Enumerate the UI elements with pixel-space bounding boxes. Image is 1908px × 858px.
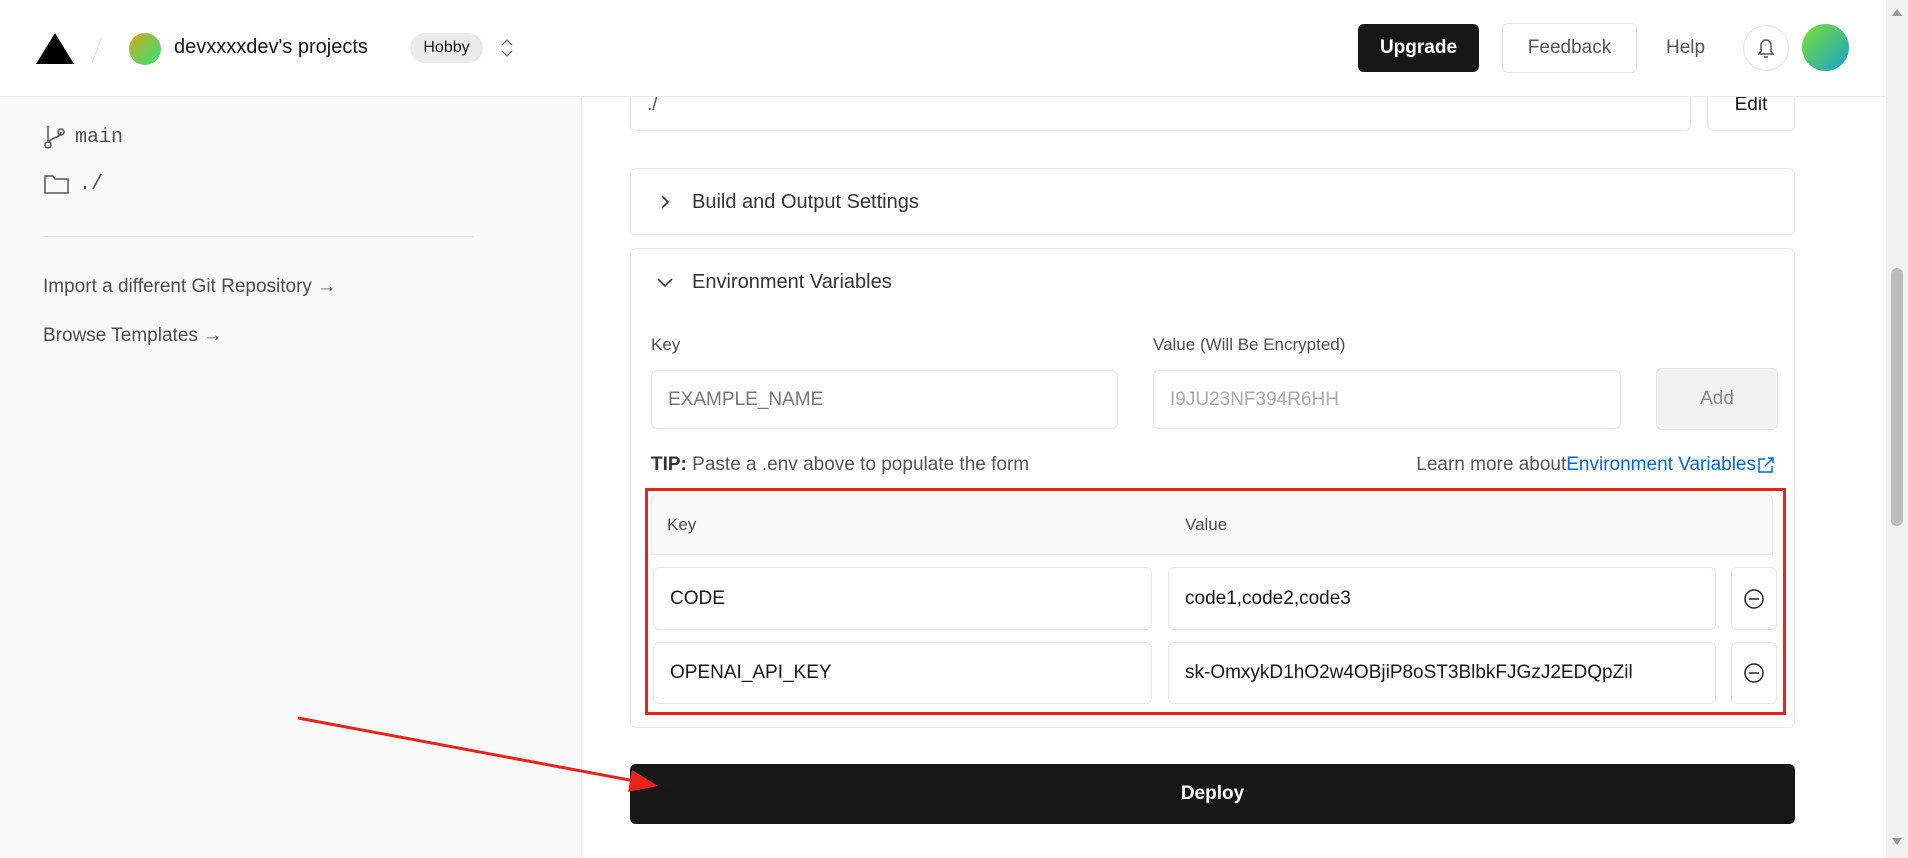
directory-name: ./ <box>79 172 104 196</box>
env-vars-title[interactable]: Environment Variables <box>692 271 892 294</box>
value-label: Value (Will Be Encrypted) <box>1153 335 1346 354</box>
team-name[interactable]: devxxxxdev's projects <box>174 36 368 59</box>
minus-circle-icon <box>1744 588 1764 609</box>
env-value-input[interactable]: code1,code2,code3 <box>1168 567 1716 630</box>
tip-body: Paste a .env above to populate the form <box>686 454 1030 475</box>
external-link-icon <box>1758 457 1774 473</box>
branch-name: main <box>75 125 124 149</box>
learn-more-text: Learn more about <box>1416 454 1567 475</box>
folder-icon <box>44 175 69 194</box>
chevron-up-down-icon[interactable] <box>500 36 514 60</box>
breadcrumb-separator <box>91 38 102 64</box>
plan-badge: Hobby <box>410 33 483 63</box>
scrollbar-thumb[interactable] <box>1891 268 1903 526</box>
browse-templates-link[interactable]: Browse Templates → <box>43 325 222 347</box>
chevron-down-icon[interactable] <box>655 275 675 291</box>
build-settings-title: Build and Output Settings <box>692 191 919 213</box>
tip-text: TIP: Paste a .env above to populate the … <box>651 454 1029 476</box>
tip-label: TIP: <box>651 454 687 475</box>
vercel-logo-icon[interactable] <box>36 33 74 64</box>
key-label: Key <box>651 335 681 354</box>
env-value-input[interactable]: sk-OmxykD1hO2w4OBjiP8oST3BlbkFJGzJ2EDQpZ… <box>1168 642 1716 704</box>
bell-icon <box>1757 39 1775 58</box>
env-key-input[interactable]: CODE <box>653 567 1152 630</box>
new-key-input[interactable]: EXAMPLE_NAME <box>651 370 1118 429</box>
env-docs-link[interactable]: Environment Variables <box>1566 454 1756 476</box>
top-nav: devxxxxdev's projects Hobby Upgrade Feed… <box>0 0 1886 97</box>
feedback-button[interactable]: Feedback <box>1502 23 1637 73</box>
git-branch-icon <box>44 126 65 149</box>
env-vars-section: Environment Variables Key Value (Will Be… <box>630 248 1795 728</box>
remove-row-button[interactable] <box>1731 567 1777 630</box>
minus-circle-icon <box>1744 663 1764 683</box>
scrollbar[interactable] <box>1886 0 1908 858</box>
branch-row: main <box>43 124 123 150</box>
chevron-right-icon <box>661 195 670 209</box>
user-avatar[interactable] <box>1802 24 1849 71</box>
new-value-input[interactable]: I9JU23NF394R6HH <box>1153 370 1621 429</box>
env-table-header: Key Value <box>651 494 1773 555</box>
env-key-input[interactable]: OPENAI_API_KEY <box>653 642 1152 704</box>
remove-row-button[interactable] <box>1731 642 1777 704</box>
directory-row: ./ <box>43 172 103 196</box>
import-repo-link[interactable]: Import a different Git Repository → <box>43 276 336 298</box>
divider <box>43 236 473 237</box>
column-header-value: Value <box>1185 515 1228 534</box>
scroll-down-icon[interactable] <box>1891 836 1903 846</box>
upgrade-button[interactable]: Upgrade <box>1358 24 1479 72</box>
deploy-button[interactable]: Deploy <box>630 764 1795 824</box>
help-link[interactable]: Help <box>1666 37 1705 59</box>
add-button[interactable]: Add <box>1656 368 1778 430</box>
column-header-key: Key <box>667 515 697 534</box>
team-avatar <box>129 33 161 65</box>
scroll-up-icon[interactable] <box>1891 8 1903 18</box>
notifications-button[interactable] <box>1743 25 1789 71</box>
learn-more: Learn more about Environment Variables <box>1416 454 1776 476</box>
build-settings-section[interactable]: Build and Output Settings <box>630 168 1795 235</box>
sidebar: main ./ Import a different Git Repositor… <box>0 97 582 858</box>
